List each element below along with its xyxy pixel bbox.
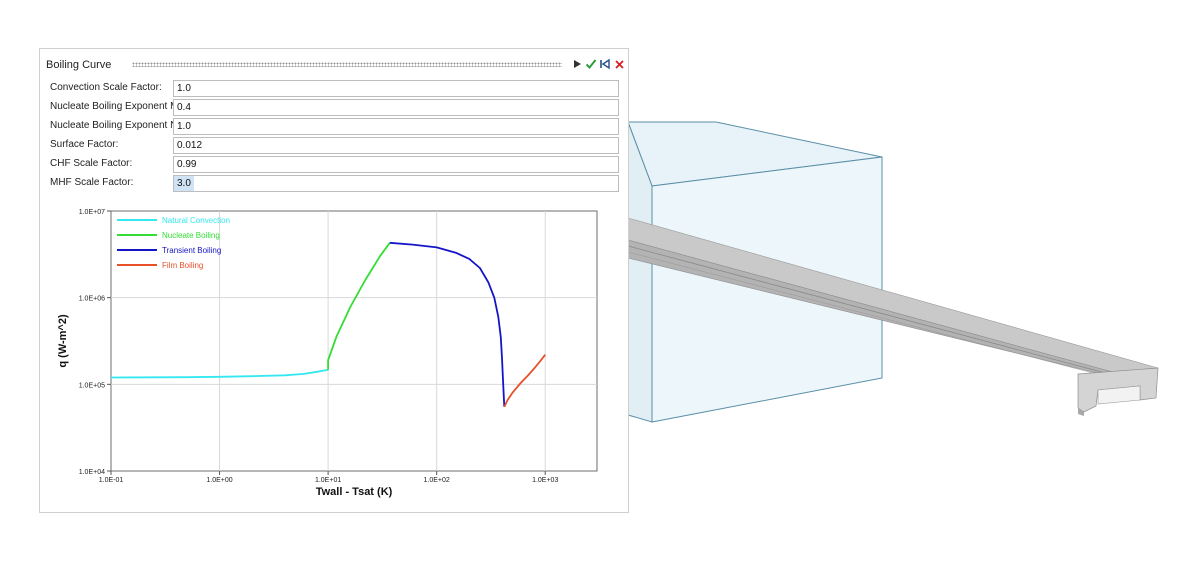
panel-title: Boiling Curve [46, 59, 112, 71]
field-convection-scale-factor: Convection Scale Factor: [40, 79, 628, 98]
x-tick-label: 1.0E+03 [532, 477, 558, 484]
x-tick-label: 1.0E+01 [315, 477, 341, 484]
drag-grip[interactable] [132, 62, 562, 67]
panel-titlebar[interactable]: Boiling Curve [40, 49, 628, 79]
legend-label: Transient Boiling [162, 246, 221, 255]
field-surface-factor: Surface Factor: [40, 136, 628, 155]
x-tick-label: 1.0E+02 [424, 477, 450, 484]
nucleate-exponent-n-input[interactable] [173, 118, 619, 135]
y-tick-label: 1.0E+07 [79, 209, 105, 216]
field-label: Surface Factor: [50, 139, 119, 150]
mhf-scale-factor-input[interactable] [173, 175, 619, 192]
y-tick-label: 1.0E+04 [79, 469, 105, 476]
x-axis-label: Twall - Tsat (K) [316, 486, 393, 498]
x-tick-label: 1.0E-01 [99, 477, 124, 484]
close-icon[interactable] [612, 57, 626, 71]
field-label: Convection Scale Factor: [50, 82, 162, 93]
field-label: Nucleate Boiling Exponent M: [50, 101, 182, 112]
boiling-curve-chart: 1.0E-01 1.0E+00 1.0E+01 1.0E+02 1.0E+03 1.0E+… [57, 209, 598, 498]
reset-icon[interactable] [598, 57, 612, 71]
convection-scale-factor-input[interactable] [173, 80, 619, 97]
y-tick-label: 1.0E+05 [79, 382, 105, 389]
play-icon[interactable] [570, 57, 584, 71]
field-label: MHF Scale Factor: [50, 177, 134, 188]
parameter-form: Convection Scale Factor: Nucleate Boilin… [40, 79, 628, 193]
field-nucleate-exponent-n: Nucleate Boiling Exponent N: [40, 117, 628, 136]
legend-label: Natural Convection [162, 216, 230, 225]
nucleate-exponent-m-input[interactable] [173, 99, 619, 116]
field-label: CHF Scale Factor: [50, 158, 133, 169]
field-label: Nucleate Boiling Exponent N: [50, 120, 181, 131]
field-mhf-scale-factor: MHF Scale Factor: [40, 174, 628, 193]
legend-label: Nucleate Boiling [162, 231, 220, 240]
boiling-curve-panel: Boiling Curve Convection Scale Factor: N… [39, 48, 629, 513]
chf-scale-factor-input[interactable] [173, 156, 619, 173]
check-icon[interactable] [584, 57, 598, 71]
surface-factor-input[interactable] [173, 137, 619, 154]
y-axis-label: q (W-m^2) [57, 314, 69, 368]
field-chf-scale-factor: CHF Scale Factor: [40, 155, 628, 174]
field-nucleate-exponent-m: Nucleate Boiling Exponent M: [40, 98, 628, 117]
y-tick-label: 1.0E+06 [79, 296, 105, 303]
legend-label: Film Boiling [162, 261, 203, 270]
x-tick-label: 1.0E+00 [206, 477, 232, 484]
